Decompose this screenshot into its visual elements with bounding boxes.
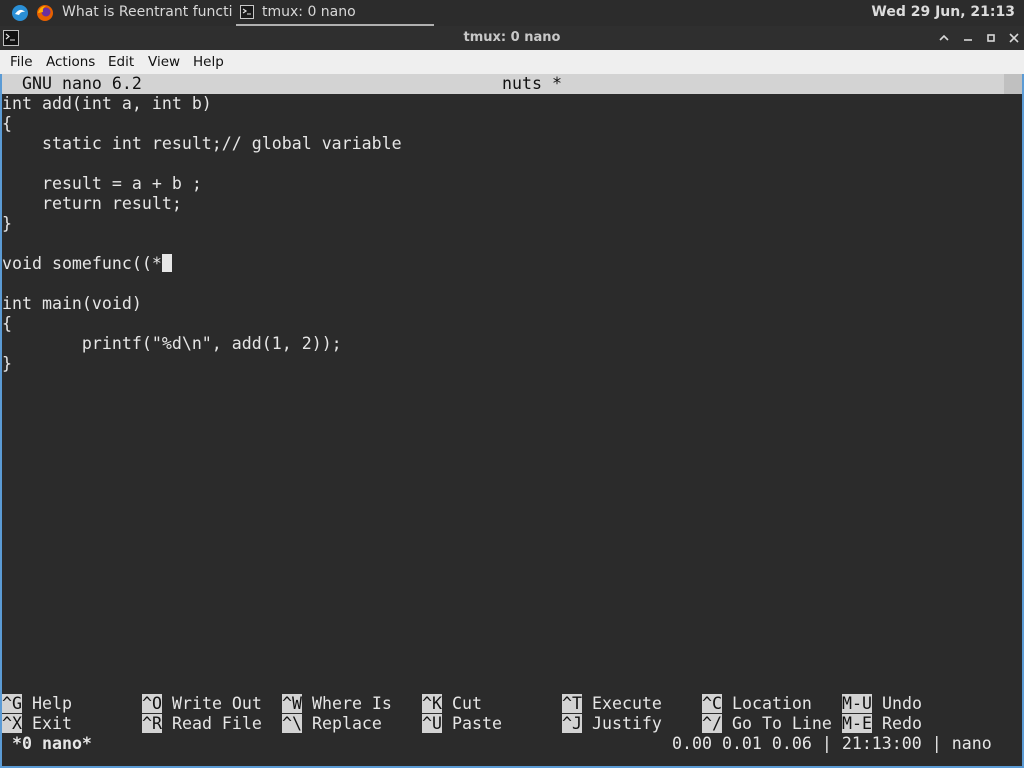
code-line: { bbox=[2, 314, 12, 333]
close-icon[interactable] bbox=[1005, 29, 1023, 47]
tmux-status-right: 0.00 0.01 0.06 | 21:13:00 | nano bbox=[672, 734, 992, 753]
shortcut-key: ^/ bbox=[702, 714, 722, 733]
shortcut-key: ^K bbox=[422, 694, 442, 713]
taskbar-task-browser[interactable]: What is Reentrant functi... bbox=[62, 0, 234, 26]
shortcut-label: Undo bbox=[881, 694, 922, 713]
window-titlebar[interactable]: tmux: 0 nano bbox=[0, 26, 1024, 50]
code-line: int add(int a, int b) bbox=[2, 94, 212, 113]
taskbar-task-terminal[interactable]: tmux: 0 nano bbox=[236, 0, 434, 26]
nano-version: GNU nano 6.2 bbox=[22, 74, 142, 93]
shortcut-exit[interactable]: ^X Exit bbox=[2, 714, 72, 734]
shortcut-paste[interactable]: ^U Paste bbox=[422, 714, 502, 734]
code-line: } bbox=[2, 354, 12, 373]
shortcut-key: ^J bbox=[562, 714, 582, 733]
code-line: { bbox=[2, 114, 12, 133]
shortcut-help[interactable]: ^G Help bbox=[2, 694, 72, 714]
shortcut-key: ^G bbox=[2, 694, 22, 713]
code-line: } bbox=[2, 214, 12, 233]
menu-file[interactable]: File bbox=[10, 50, 33, 74]
chevron-up-icon[interactable] bbox=[935, 29, 953, 47]
shortcut-key: M-U bbox=[842, 694, 872, 713]
code-line: result = a + b ; bbox=[2, 174, 202, 193]
code-line: static int result;// global variable bbox=[2, 134, 402, 153]
shortcut-location[interactable]: ^C Location bbox=[702, 694, 812, 714]
taskbar-task-terminal-label: tmux: 0 nano bbox=[262, 4, 356, 20]
code-line-cursor: void somefunc((* bbox=[2, 254, 172, 274]
window-title: tmux: 0 nano bbox=[463, 30, 561, 45]
maximize-icon[interactable] bbox=[982, 29, 1000, 47]
terminal-icon bbox=[240, 5, 254, 19]
shortcut-label: Location bbox=[731, 694, 812, 713]
shortcut-label: Write Out bbox=[171, 694, 262, 713]
shortcut-label: Cut bbox=[451, 694, 482, 713]
app-menu-icon[interactable] bbox=[11, 4, 29, 22]
shortcut-go-to-line[interactable]: ^/ Go To Line bbox=[702, 714, 832, 734]
taskbar-task-browser-label: What is Reentrant functi... bbox=[62, 4, 234, 20]
shortcut-key: ^R bbox=[142, 714, 162, 733]
shortcut-key: ^C bbox=[702, 694, 722, 713]
menu-view[interactable]: View bbox=[148, 50, 180, 74]
shortcut-label: Read File bbox=[171, 714, 262, 733]
menu-edit[interactable]: Edit bbox=[108, 50, 134, 74]
shortcut-cut[interactable]: ^K Cut bbox=[422, 694, 482, 714]
shortcut-label: Help bbox=[31, 694, 72, 713]
shortcut-label: Replace bbox=[311, 714, 382, 733]
nano-header: GNU nano 6.2 nuts * bbox=[2, 74, 1004, 94]
shortcut-undo[interactable]: M-U Undo bbox=[842, 694, 922, 714]
minimize-icon[interactable] bbox=[959, 29, 977, 47]
menu-help[interactable]: Help bbox=[193, 50, 224, 74]
code-line: void somefunc((* bbox=[2, 254, 162, 273]
shortcut-key: ^\ bbox=[282, 714, 302, 733]
nano-filename: nuts * bbox=[502, 74, 562, 93]
menu-bar: File Actions Edit View Help bbox=[0, 50, 1024, 74]
clock[interactable]: Wed 29 Jun, 21:13 bbox=[871, 0, 1015, 24]
top-panel: What is Reentrant functi... tmux: 0 nano… bbox=[0, 0, 1024, 26]
code-line: return result; bbox=[2, 194, 182, 213]
shortcut-key: ^T bbox=[562, 694, 582, 713]
shortcut-key: ^O bbox=[142, 694, 162, 713]
shortcut-key: M-E bbox=[842, 714, 872, 733]
tmux-window-indicator[interactable]: *0 nano* bbox=[12, 734, 92, 754]
shortcut-execute[interactable]: ^T Execute bbox=[562, 694, 662, 714]
shortcut-label: Execute bbox=[591, 694, 662, 713]
code-line: printf("%d\n", add(1, 2)); bbox=[2, 334, 342, 353]
shortcut-label: Justify bbox=[591, 714, 662, 733]
shortcut-label: Where Is bbox=[311, 694, 392, 713]
text-cursor bbox=[161, 254, 172, 272]
shortcut-redo[interactable]: M-E Redo bbox=[842, 714, 922, 734]
firefox-icon[interactable] bbox=[36, 4, 54, 22]
shortcut-where-is[interactable]: ^W Where Is bbox=[282, 694, 392, 714]
shortcut-justify[interactable]: ^J Justify bbox=[562, 714, 662, 734]
shortcut-key: ^W bbox=[282, 694, 302, 713]
code-line: int main(void) bbox=[2, 294, 142, 313]
shortcut-label: Paste bbox=[451, 714, 502, 733]
menu-actions[interactable]: Actions bbox=[46, 50, 95, 74]
shortcut-key: ^U bbox=[422, 714, 442, 733]
shortcut-key: ^X bbox=[2, 714, 22, 733]
shortcut-label: Exit bbox=[31, 714, 72, 733]
shortcut-label: Go To Line bbox=[731, 714, 832, 733]
shortcut-label: Redo bbox=[881, 714, 922, 733]
shortcut-write-out[interactable]: ^O Write Out bbox=[142, 694, 262, 714]
shortcut-replace[interactable]: ^\ Replace bbox=[282, 714, 382, 734]
scrollbar[interactable] bbox=[1004, 74, 1022, 94]
shortcut-read-file[interactable]: ^R Read File bbox=[142, 714, 262, 734]
terminal-area[interactable]: GNU nano 6.2 nuts * int add(int a, int b… bbox=[0, 74, 1024, 768]
